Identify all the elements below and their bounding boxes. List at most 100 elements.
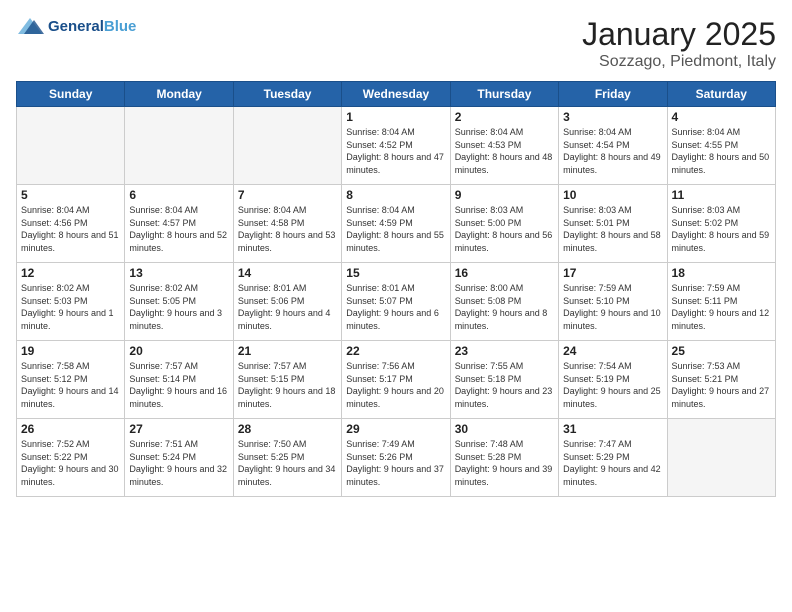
calendar-cell: 17 Sunrise: 7:59 AM Sunset: 5:10 PM Dayli… xyxy=(559,263,667,341)
calendar-subtitle: Sozzago, Piedmont, Italy xyxy=(582,53,776,71)
day-number: 13 xyxy=(129,266,228,280)
day-info: Sunrise: 7:52 AM Sunset: 5:22 PM Dayligh… xyxy=(21,438,120,488)
calendar-cell: 6 Sunrise: 8:04 AM Sunset: 4:57 PM Daylig… xyxy=(125,185,233,263)
day-number: 25 xyxy=(672,344,771,358)
day-number: 26 xyxy=(21,422,120,436)
calendar-cell xyxy=(667,419,775,497)
day-info: Sunrise: 7:47 AM Sunset: 5:29 PM Dayligh… xyxy=(563,438,662,488)
calendar-table: SundayMondayTuesdayWednesdayThursdayFrid… xyxy=(16,81,776,497)
logo: GeneralBlue xyxy=(16,16,136,38)
calendar-cell: 13 Sunrise: 8:02 AM Sunset: 5:05 PM Dayli… xyxy=(125,263,233,341)
day-info: Sunrise: 8:04 AM Sunset: 4:55 PM Dayligh… xyxy=(672,126,771,176)
week-row-5: 26 Sunrise: 7:52 AM Sunset: 5:22 PM Dayli… xyxy=(17,419,776,497)
calendar-cell: 21 Sunrise: 7:57 AM Sunset: 5:15 PM Dayli… xyxy=(233,341,341,419)
header: GeneralBlue January 2025 Sozzago, Piedmo… xyxy=(16,16,776,71)
day-info: Sunrise: 7:57 AM Sunset: 5:15 PM Dayligh… xyxy=(238,360,337,410)
calendar-cell xyxy=(233,107,341,185)
day-info: Sunrise: 7:49 AM Sunset: 5:26 PM Dayligh… xyxy=(346,438,445,488)
day-info: Sunrise: 8:04 AM Sunset: 4:58 PM Dayligh… xyxy=(238,204,337,254)
day-header-thursday: Thursday xyxy=(450,82,558,107)
calendar-cell: 23 Sunrise: 7:55 AM Sunset: 5:18 PM Dayli… xyxy=(450,341,558,419)
calendar-cell: 20Sunrise: 7:57 AM Sunset: 5:14 PM Dayli… xyxy=(125,341,233,419)
day-info: Sunrise: 8:01 AM Sunset: 5:06 PM Dayligh… xyxy=(238,282,337,332)
day-number: 21 xyxy=(238,344,337,358)
day-header-wednesday: Wednesday xyxy=(342,82,450,107)
calendar-cell: 9 Sunrise: 8:03 AM Sunset: 5:00 PM Daylig… xyxy=(450,185,558,263)
day-info: Sunrise: 8:02 AM Sunset: 5:05 PM Dayligh… xyxy=(129,282,228,332)
day-number: 30 xyxy=(455,422,554,436)
day-info: Sunrise: 8:04 AM Sunset: 4:57 PM Dayligh… xyxy=(129,204,228,254)
day-info: Sunrise: 7:48 AM Sunset: 5:28 PM Dayligh… xyxy=(455,438,554,488)
calendar-cell: 22 Sunrise: 7:56 AM Sunset: 5:17 PM Dayli… xyxy=(342,341,450,419)
day-number: 14 xyxy=(238,266,337,280)
calendar-cell: 8 Sunrise: 8:04 AM Sunset: 4:59 PM Daylig… xyxy=(342,185,450,263)
calendar-cell: 14 Sunrise: 8:01 AM Sunset: 5:06 PM Dayli… xyxy=(233,263,341,341)
day-number: 29 xyxy=(346,422,445,436)
day-number: 27 xyxy=(129,422,228,436)
day-header-monday: Monday xyxy=(125,82,233,107)
calendar-cell: 29 Sunrise: 7:49 AM Sunset: 5:26 PM Dayli… xyxy=(342,419,450,497)
day-number: 5 xyxy=(21,188,120,202)
week-row-4: 19Sunrise: 7:58 AM Sunset: 5:12 PM Dayli… xyxy=(17,341,776,419)
day-number: 23 xyxy=(455,344,554,358)
day-info: Sunrise: 7:51 AM Sunset: 5:24 PM Dayligh… xyxy=(129,438,228,488)
day-number: 3 xyxy=(563,110,662,124)
logo-text: GeneralBlue xyxy=(48,18,136,36)
day-info: Sunrise: 7:59 AM Sunset: 5:10 PM Dayligh… xyxy=(563,282,662,332)
calendar-cell: 24Sunrise: 7:54 AM Sunset: 5:19 PM Dayli… xyxy=(559,341,667,419)
day-info: Sunrise: 8:03 AM Sunset: 5:00 PM Dayligh… xyxy=(455,204,554,254)
calendar-title: January 2025 xyxy=(582,16,776,53)
day-number: 16 xyxy=(455,266,554,280)
day-number: 22 xyxy=(346,344,445,358)
calendar-cell: 5 Sunrise: 8:04 AM Sunset: 4:56 PM Daylig… xyxy=(17,185,125,263)
day-number: 31 xyxy=(563,422,662,436)
calendar-cell: 12Sunrise: 8:02 AM Sunset: 5:03 PM Dayli… xyxy=(17,263,125,341)
calendar-cell: 2 Sunrise: 8:04 AM Sunset: 4:53 PM Daylig… xyxy=(450,107,558,185)
day-number: 20 xyxy=(129,344,228,358)
page: GeneralBlue January 2025 Sozzago, Piedmo… xyxy=(0,0,792,612)
day-number: 6 xyxy=(129,188,228,202)
day-number: 17 xyxy=(563,266,662,280)
week-row-2: 5 Sunrise: 8:04 AM Sunset: 4:56 PM Daylig… xyxy=(17,185,776,263)
day-header-tuesday: Tuesday xyxy=(233,82,341,107)
calendar-cell: 7 Sunrise: 8:04 AM Sunset: 4:58 PM Daylig… xyxy=(233,185,341,263)
calendar-cell: 27 Sunrise: 7:51 AM Sunset: 5:24 PM Dayli… xyxy=(125,419,233,497)
day-header-saturday: Saturday xyxy=(667,82,775,107)
day-number: 24 xyxy=(563,344,662,358)
logo-icon xyxy=(16,16,44,38)
day-info: Sunrise: 8:04 AM Sunset: 4:56 PM Dayligh… xyxy=(21,204,120,254)
day-header-sunday: Sunday xyxy=(17,82,125,107)
calendar-cell xyxy=(17,107,125,185)
day-number: 10 xyxy=(563,188,662,202)
day-number: 9 xyxy=(455,188,554,202)
day-info: Sunrise: 8:04 AM Sunset: 4:53 PM Dayligh… xyxy=(455,126,554,176)
calendar-cell: 16Sunrise: 8:00 AM Sunset: 5:08 PM Dayli… xyxy=(450,263,558,341)
calendar-cell: 18Sunrise: 7:59 AM Sunset: 5:11 PM Dayli… xyxy=(667,263,775,341)
calendar-cell: 19Sunrise: 7:58 AM Sunset: 5:12 PM Dayli… xyxy=(17,341,125,419)
calendar-cell: 28 Sunrise: 7:50 AM Sunset: 5:25 PM Dayli… xyxy=(233,419,341,497)
day-number: 12 xyxy=(21,266,120,280)
calendar-cell: 10Sunrise: 8:03 AM Sunset: 5:01 PM Dayli… xyxy=(559,185,667,263)
day-info: Sunrise: 8:04 AM Sunset: 4:52 PM Dayligh… xyxy=(346,126,445,176)
calendar-cell: 4 Sunrise: 8:04 AM Sunset: 4:55 PM Daylig… xyxy=(667,107,775,185)
day-number: 1 xyxy=(346,110,445,124)
day-number: 28 xyxy=(238,422,337,436)
day-number: 4 xyxy=(672,110,771,124)
calendar-cell: 15Sunrise: 8:01 AM Sunset: 5:07 PM Dayli… xyxy=(342,263,450,341)
day-info: Sunrise: 7:56 AM Sunset: 5:17 PM Dayligh… xyxy=(346,360,445,410)
day-number: 19 xyxy=(21,344,120,358)
days-header-row: SundayMondayTuesdayWednesdayThursdayFrid… xyxy=(17,82,776,107)
day-info: Sunrise: 7:50 AM Sunset: 5:25 PM Dayligh… xyxy=(238,438,337,488)
day-header-friday: Friday xyxy=(559,82,667,107)
title-block: January 2025 Sozzago, Piedmont, Italy xyxy=(582,16,776,71)
day-number: 7 xyxy=(238,188,337,202)
day-info: Sunrise: 8:03 AM Sunset: 5:02 PM Dayligh… xyxy=(672,204,771,254)
day-number: 2 xyxy=(455,110,554,124)
day-number: 8 xyxy=(346,188,445,202)
calendar-cell xyxy=(125,107,233,185)
calendar-cell: 30 Sunrise: 7:48 AM Sunset: 5:28 PM Dayli… xyxy=(450,419,558,497)
day-info: Sunrise: 7:55 AM Sunset: 5:18 PM Dayligh… xyxy=(455,360,554,410)
day-number: 18 xyxy=(672,266,771,280)
day-info: Sunrise: 8:04 AM Sunset: 4:59 PM Dayligh… xyxy=(346,204,445,254)
calendar-cell: 1 Sunrise: 8:04 AM Sunset: 4:52 PM Daylig… xyxy=(342,107,450,185)
